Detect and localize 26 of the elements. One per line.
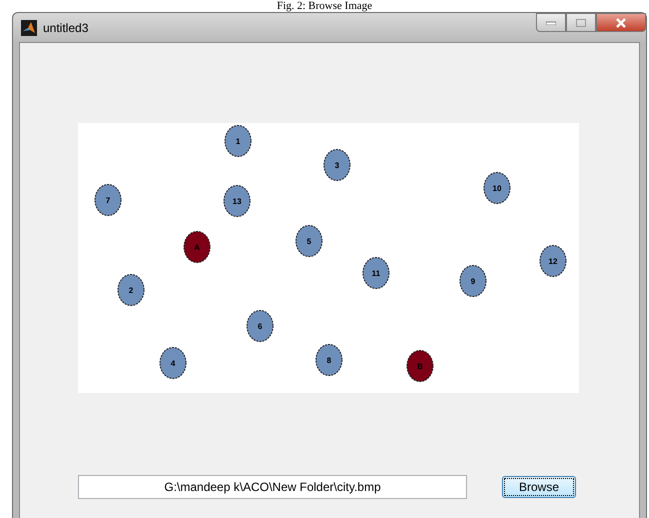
graph-node: 3: [324, 149, 350, 181]
minimize-icon: [546, 20, 556, 24]
browse-button[interactable]: Browse: [502, 476, 576, 498]
close-icon: [615, 18, 627, 28]
graph-node: 11: [362, 257, 390, 289]
graph-node: 10: [484, 172, 510, 204]
file-path-field[interactable]: G:\mandeep k\ACO\New Folder\city.bmp: [78, 475, 467, 499]
graph-node: 7: [94, 184, 122, 216]
app-logo-icon: [21, 20, 37, 36]
graph-node: 6: [246, 310, 274, 342]
maximize-button[interactable]: [566, 13, 596, 32]
minimize-button[interactable]: [536, 13, 566, 32]
graph-node: 8: [316, 344, 342, 376]
window-title: untitled3: [43, 20, 88, 34]
graph-node: B: [406, 350, 434, 382]
maximize-icon: [576, 18, 586, 26]
graph-node: 5: [296, 225, 322, 257]
figure-caption: Fig. 2: Browse Image: [276, 0, 372, 12]
graph-node: 13: [224, 185, 250, 217]
close-button[interactable]: [596, 13, 646, 32]
graph-node: 2: [118, 274, 144, 306]
graph-node: 4: [160, 347, 186, 379]
graph-node: 1: [224, 125, 252, 157]
graph-node: A: [184, 231, 210, 263]
graph-node: 9: [460, 265, 486, 297]
graph-node: 12: [540, 245, 566, 277]
